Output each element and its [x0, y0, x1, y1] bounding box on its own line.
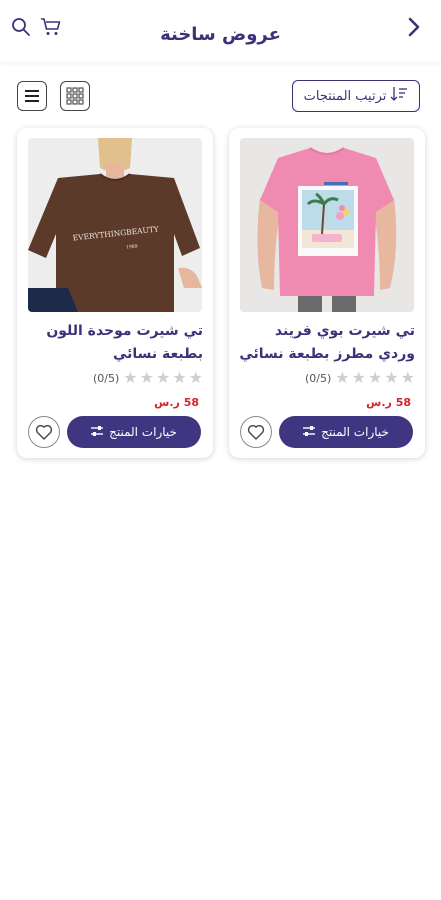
- product-name[interactable]: تي شيرت بوي فريند وردي مطرز بطبعة نسائي: [239, 320, 415, 366]
- sort-button[interactable]: ترتيب المنتجات: [292, 80, 420, 112]
- product-rating: ★ ★ ★ ★ ★ (0/5): [93, 370, 203, 386]
- grid-view-button[interactable]: [60, 81, 90, 111]
- app-header: عروض ساخنة: [0, 0, 441, 62]
- toolbar: ترتيب المنتجات: [0, 78, 441, 114]
- product-options-button[interactable]: خيارات المنتج: [279, 416, 413, 448]
- options-button-label: خيارات المنتج: [321, 425, 389, 439]
- rating-count: (0/5): [304, 371, 332, 385]
- star-icon: ★: [155, 368, 171, 387]
- list-view-button[interactable]: [17, 81, 47, 111]
- star-icon: ★: [351, 368, 366, 387]
- star-icon: ★: [384, 368, 399, 387]
- product-card[interactable]: تي شيرت بوي فريند وردي مطرز بطبعة نسائي …: [229, 128, 425, 458]
- product-card[interactable]: EVERYTHINGBEAUTY 1989 تي شيرت موحدة اللو…: [17, 128, 213, 458]
- star-icon: ★: [367, 368, 383, 387]
- sort-label: ترتيب المنتجات: [303, 88, 387, 104]
- product-options-button[interactable]: خيارات المنتج: [67, 416, 201, 448]
- sort-icon: [390, 86, 408, 106]
- rating-count: (0/5): [92, 371, 120, 385]
- grid-view-icon: [66, 87, 84, 105]
- star-icon: ★: [335, 368, 350, 387]
- product-price: 58 ر.س: [154, 396, 199, 409]
- product-image-brown-tshirt[interactable]: EVERYTHINGBEAUTY 1989: [28, 138, 202, 312]
- options-icon: [303, 425, 316, 439]
- heart-icon: [35, 424, 53, 440]
- star-icon: ★: [172, 368, 187, 387]
- options-button-label: خيارات المنتج: [109, 425, 177, 439]
- product-name[interactable]: تي شيرت موحدة اللون بطبعة نسائي: [27, 320, 203, 366]
- heart-icon: [247, 424, 265, 440]
- options-icon: [91, 425, 104, 439]
- product-price: 58 ر.س: [366, 396, 411, 409]
- product-image-pink-tshirt[interactable]: [240, 138, 414, 312]
- list-view-icon: [25, 90, 39, 102]
- product-rating: ★ ★ ★ ★ ★ (0/5): [305, 370, 415, 386]
- favorite-button[interactable]: [28, 416, 60, 448]
- star-icon: ★: [400, 368, 415, 387]
- svg-text:1989: 1989: [126, 243, 138, 250]
- star-icon: ★: [188, 368, 203, 387]
- page-title: عروض ساخنة: [160, 24, 281, 45]
- chevron-right-icon[interactable]: [401, 14, 427, 40]
- star-icon: ★: [123, 368, 138, 387]
- favorite-button[interactable]: [240, 416, 272, 448]
- star-icon: ★: [139, 368, 154, 387]
